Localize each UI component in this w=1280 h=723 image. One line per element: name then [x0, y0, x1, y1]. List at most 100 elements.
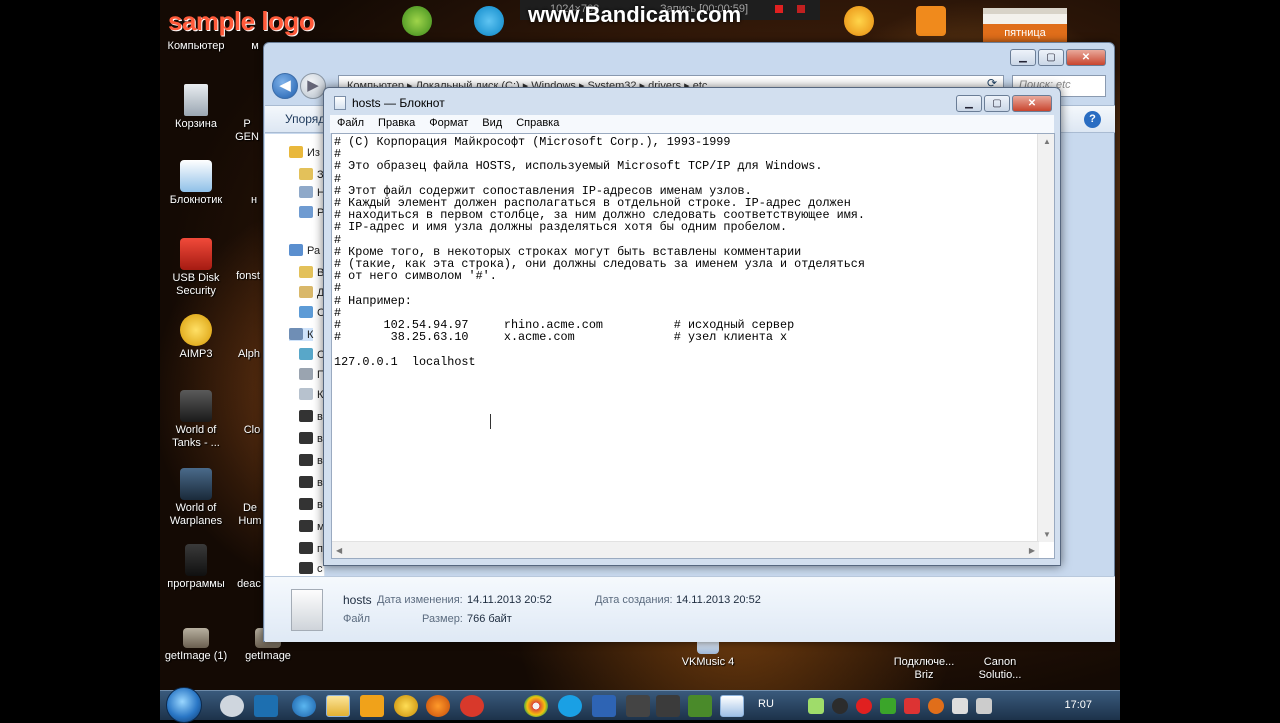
app-icon[interactable]: [254, 695, 278, 717]
nav-item-label: в: [317, 499, 323, 511]
help-icon[interactable]: ?: [1084, 111, 1101, 128]
menu-help[interactable]: Справка: [509, 115, 566, 129]
app-icon[interactable]: [844, 6, 874, 36]
nav-item[interactable]: в: [299, 410, 323, 423]
nav-item[interactable]: П: [299, 368, 324, 381]
desktop-icon-aimp3[interactable]: AIMP3: [160, 314, 232, 361]
menu-view[interactable]: Вид: [475, 115, 509, 129]
nav-item[interactable]: в: [299, 454, 323, 467]
minimize-button[interactable]: ▁: [1010, 49, 1036, 66]
desktop-icon-partial[interactable]: fonst: [232, 270, 264, 283]
nav-item[interactable]: с: [299, 562, 323, 575]
skype-icon[interactable]: [474, 6, 504, 36]
odnoklassniki-icon[interactable]: [916, 6, 946, 36]
maximize-button[interactable]: ▢: [984, 95, 1010, 112]
nav-item[interactable]: в: [299, 498, 323, 511]
firefox-icon[interactable]: [426, 695, 450, 717]
clock[interactable]: 17:07: [1064, 699, 1092, 711]
drive-icon: [299, 388, 313, 400]
desktop-icon-partial[interactable]: deac: [234, 578, 264, 591]
calendar-day: пятница: [983, 24, 1067, 42]
desktop-icon-notepad[interactable]: Блокнотик: [160, 160, 232, 207]
menu-file[interactable]: Файл: [330, 115, 371, 129]
desktop-icon-canon[interactable]: Canon Solutio...: [964, 656, 1036, 682]
nav-item[interactable]: в: [299, 476, 323, 489]
desktop-icon-world-of-warplanes[interactable]: World of Warplanes: [160, 468, 232, 528]
skype-icon[interactable]: [558, 695, 582, 717]
nav-item[interactable]: С: [299, 348, 324, 361]
aimp-icon[interactable]: [394, 695, 418, 717]
language-indicator[interactable]: RU: [758, 698, 774, 710]
desktop-icon-label: getImage (1): [164, 650, 228, 662]
close-button[interactable]: ✕: [1066, 49, 1106, 66]
tray-icon[interactable]: [928, 698, 944, 714]
minecraft-icon[interactable]: [688, 695, 712, 717]
nav-item[interactable]: К: [299, 388, 323, 401]
volume-icon[interactable]: [976, 698, 992, 714]
horizontal-scrollbar[interactable]: ◀ ▶: [332, 541, 1039, 558]
organize-button[interactable]: Упоряд: [285, 112, 325, 126]
nav-item[interactable]: С: [299, 306, 324, 319]
vertical-scrollbar[interactable]: ▲ ▼: [1037, 134, 1054, 542]
app-icon[interactable]: [592, 695, 616, 717]
nav-item[interactable]: п: [299, 542, 323, 555]
desktop-icon-getimage-1[interactable]: getImage (1): [160, 628, 232, 663]
close-button[interactable]: ✕: [1012, 95, 1052, 112]
nav-item[interactable]: Д: [299, 286, 324, 299]
maximize-button[interactable]: ▢: [1038, 49, 1064, 66]
nav-item[interactable]: Из: [289, 146, 320, 159]
drive-icon: [299, 368, 313, 380]
tray-icon[interactable]: [808, 698, 824, 714]
notepad-icon[interactable]: [720, 695, 744, 717]
shield-icon[interactable]: [904, 698, 920, 714]
nav-item[interactable]: Ра: [289, 244, 320, 257]
desktop-icon-partial[interactable]: Alph: [234, 348, 264, 361]
scroll-down-icon[interactable]: ▼: [1043, 530, 1051, 539]
desktop-icon-world-of-tanks[interactable]: World of Tanks - ...: [160, 390, 232, 450]
desktop-icon-partial[interactable]: н: [244, 194, 264, 207]
desktop-icon-recycle-bin[interactable]: Корзина: [160, 84, 232, 131]
scroll-left-icon[interactable]: ◀: [336, 546, 342, 555]
nav-item-computer[interactable]: К: [289, 328, 314, 341]
media-player-icon[interactable]: [360, 695, 384, 717]
nav-item[interactable]: В: [299, 266, 324, 279]
folder-icon[interactable]: [326, 695, 350, 717]
desktop-icon-programs[interactable]: программы: [160, 544, 232, 591]
nav-item[interactable]: Р: [299, 206, 324, 219]
tray-icon[interactable]: [880, 698, 896, 714]
network-icon[interactable]: [952, 698, 968, 714]
menu-edit[interactable]: Правка: [371, 115, 422, 129]
desktop-icon-partial[interactable]: P GEN: [232, 118, 262, 144]
internet-explorer-icon[interactable]: [292, 695, 316, 717]
desktop-icon-label: Canon Solutio...: [978, 656, 1022, 681]
navigation-pane: Из З Н Р Ра В Д С К С П К в в в в в м п …: [265, 134, 325, 576]
file-content[interactable]: # (C) Корпорация Майкрософт (Microsoft C…: [334, 136, 1034, 536]
app-icon[interactable]: [402, 6, 432, 36]
record-stop-icon[interactable]: [775, 5, 783, 13]
menu-format[interactable]: Формат: [422, 115, 475, 129]
desktop-icon-partial[interactable]: Clo: [240, 424, 264, 437]
library-icon: [299, 306, 313, 318]
scroll-right-icon[interactable]: ▶: [1029, 546, 1035, 555]
start-button[interactable]: [166, 687, 202, 723]
text-editor[interactable]: # (C) Корпорация Майкрософт (Microsoft C…: [331, 133, 1055, 559]
app-icon[interactable]: [220, 695, 244, 717]
nav-item[interactable]: м: [299, 520, 324, 533]
desktop-icon-connection-briz[interactable]: Подключе... Briz: [888, 656, 960, 682]
opera-icon[interactable]: [460, 695, 484, 717]
record-icon[interactable]: [856, 698, 872, 714]
world-of-tanks-icon[interactable]: [626, 695, 650, 717]
chrome-icon[interactable]: [524, 695, 548, 717]
back-button[interactable]: ◀: [272, 73, 298, 99]
world-of-warplanes-icon[interactable]: [656, 695, 680, 717]
nav-item[interactable]: З: [299, 168, 324, 181]
nav-item[interactable]: в: [299, 432, 323, 445]
scroll-up-icon[interactable]: ▲: [1043, 137, 1051, 146]
record-pause-icon[interactable]: [797, 5, 805, 13]
minimize-button[interactable]: ▁: [956, 95, 982, 112]
desktop-icon-usb-disk-security[interactable]: USB Disk Security: [160, 238, 232, 298]
desktop-icon-partial[interactable]: De Hum: [236, 502, 264, 528]
tray-icon[interactable]: [832, 698, 848, 714]
nav-item[interactable]: Н: [299, 186, 324, 199]
desktop-icon-computer[interactable]: Компьютер: [160, 40, 232, 53]
